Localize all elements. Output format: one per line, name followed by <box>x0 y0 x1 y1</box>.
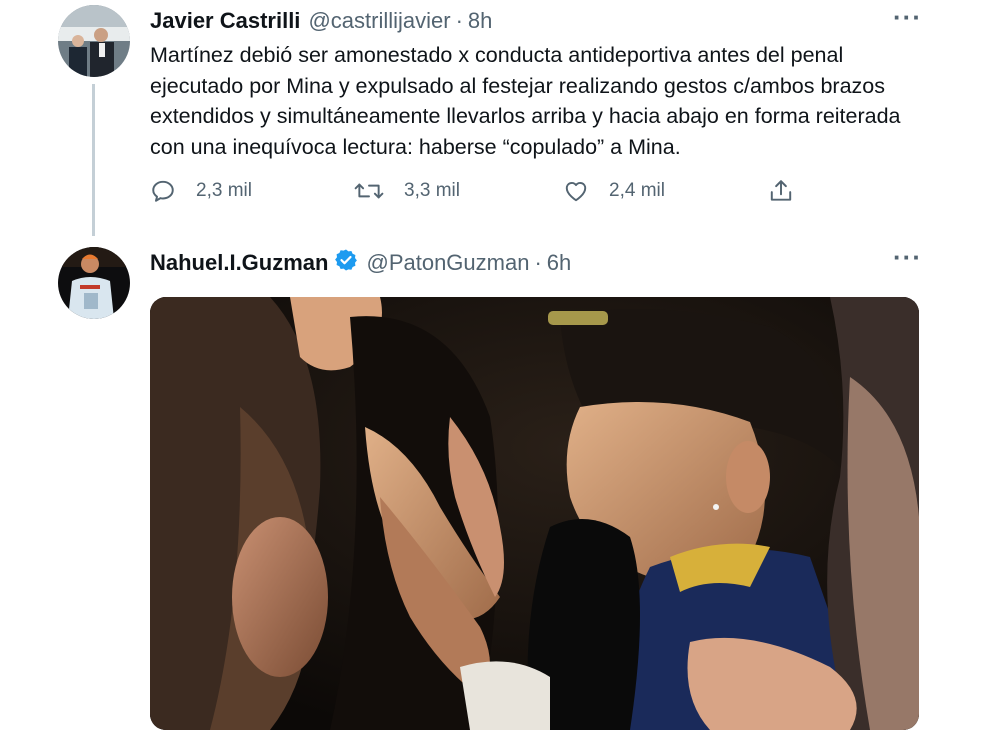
retweet-icon <box>354 183 384 199</box>
share-button[interactable] <box>768 178 814 204</box>
tweet2-author-handle[interactable]: @PatonGuzman <box>366 250 529 276</box>
like-button[interactable]: 2,4 mil <box>563 178 665 204</box>
tweet2-header: Nahuel.I.Guzman @PatonGuzman · 6h <box>150 248 571 278</box>
tweet1-author-handle[interactable]: @castrillijavier <box>308 8 450 34</box>
tweet2-media-photo[interactable] <box>150 297 919 730</box>
tweet2-separator: · <box>534 250 542 275</box>
tweet1-separator: · <box>455 8 463 33</box>
avatar-javier-castrilli[interactable] <box>58 5 130 77</box>
retweet-button[interactable]: 3,3 mil <box>354 178 460 204</box>
tweet2-timestamp[interactable]: 6h <box>547 250 571 276</box>
tweet1-text: Martínez debió ser amonestado x conducta… <box>150 43 901 159</box>
tweet1-header: Javier Castrilli @castrillijavier · 8h <box>150 8 492 34</box>
heart-icon <box>565 182 587 202</box>
avatar-paton-guzman[interactable] <box>58 247 130 319</box>
reply-button[interactable]: 2,3 mil <box>150 178 252 204</box>
tweet2-more-icon[interactable]: ··· <box>893 242 922 273</box>
share-icon <box>770 180 792 201</box>
reply-count: 2,3 mil <box>196 180 252 201</box>
tweet1-timestamp[interactable]: 8h <box>468 8 492 34</box>
retweet-count: 3,3 mil <box>404 180 460 201</box>
verified-badge-icon <box>334 248 358 278</box>
reply-icon <box>152 180 174 202</box>
tweet1-author-name[interactable]: Javier Castrilli <box>150 8 300 34</box>
thread-connector-line <box>92 84 95 236</box>
tweet1-more-icon[interactable]: ··· <box>893 2 922 33</box>
tweet1-action-bar: 2,3 mil 3,3 mil 2,4 mil <box>150 178 810 212</box>
like-count: 2,4 mil <box>609 180 665 201</box>
tweet2-author-name[interactable]: Nahuel.I.Guzman <box>150 250 328 276</box>
